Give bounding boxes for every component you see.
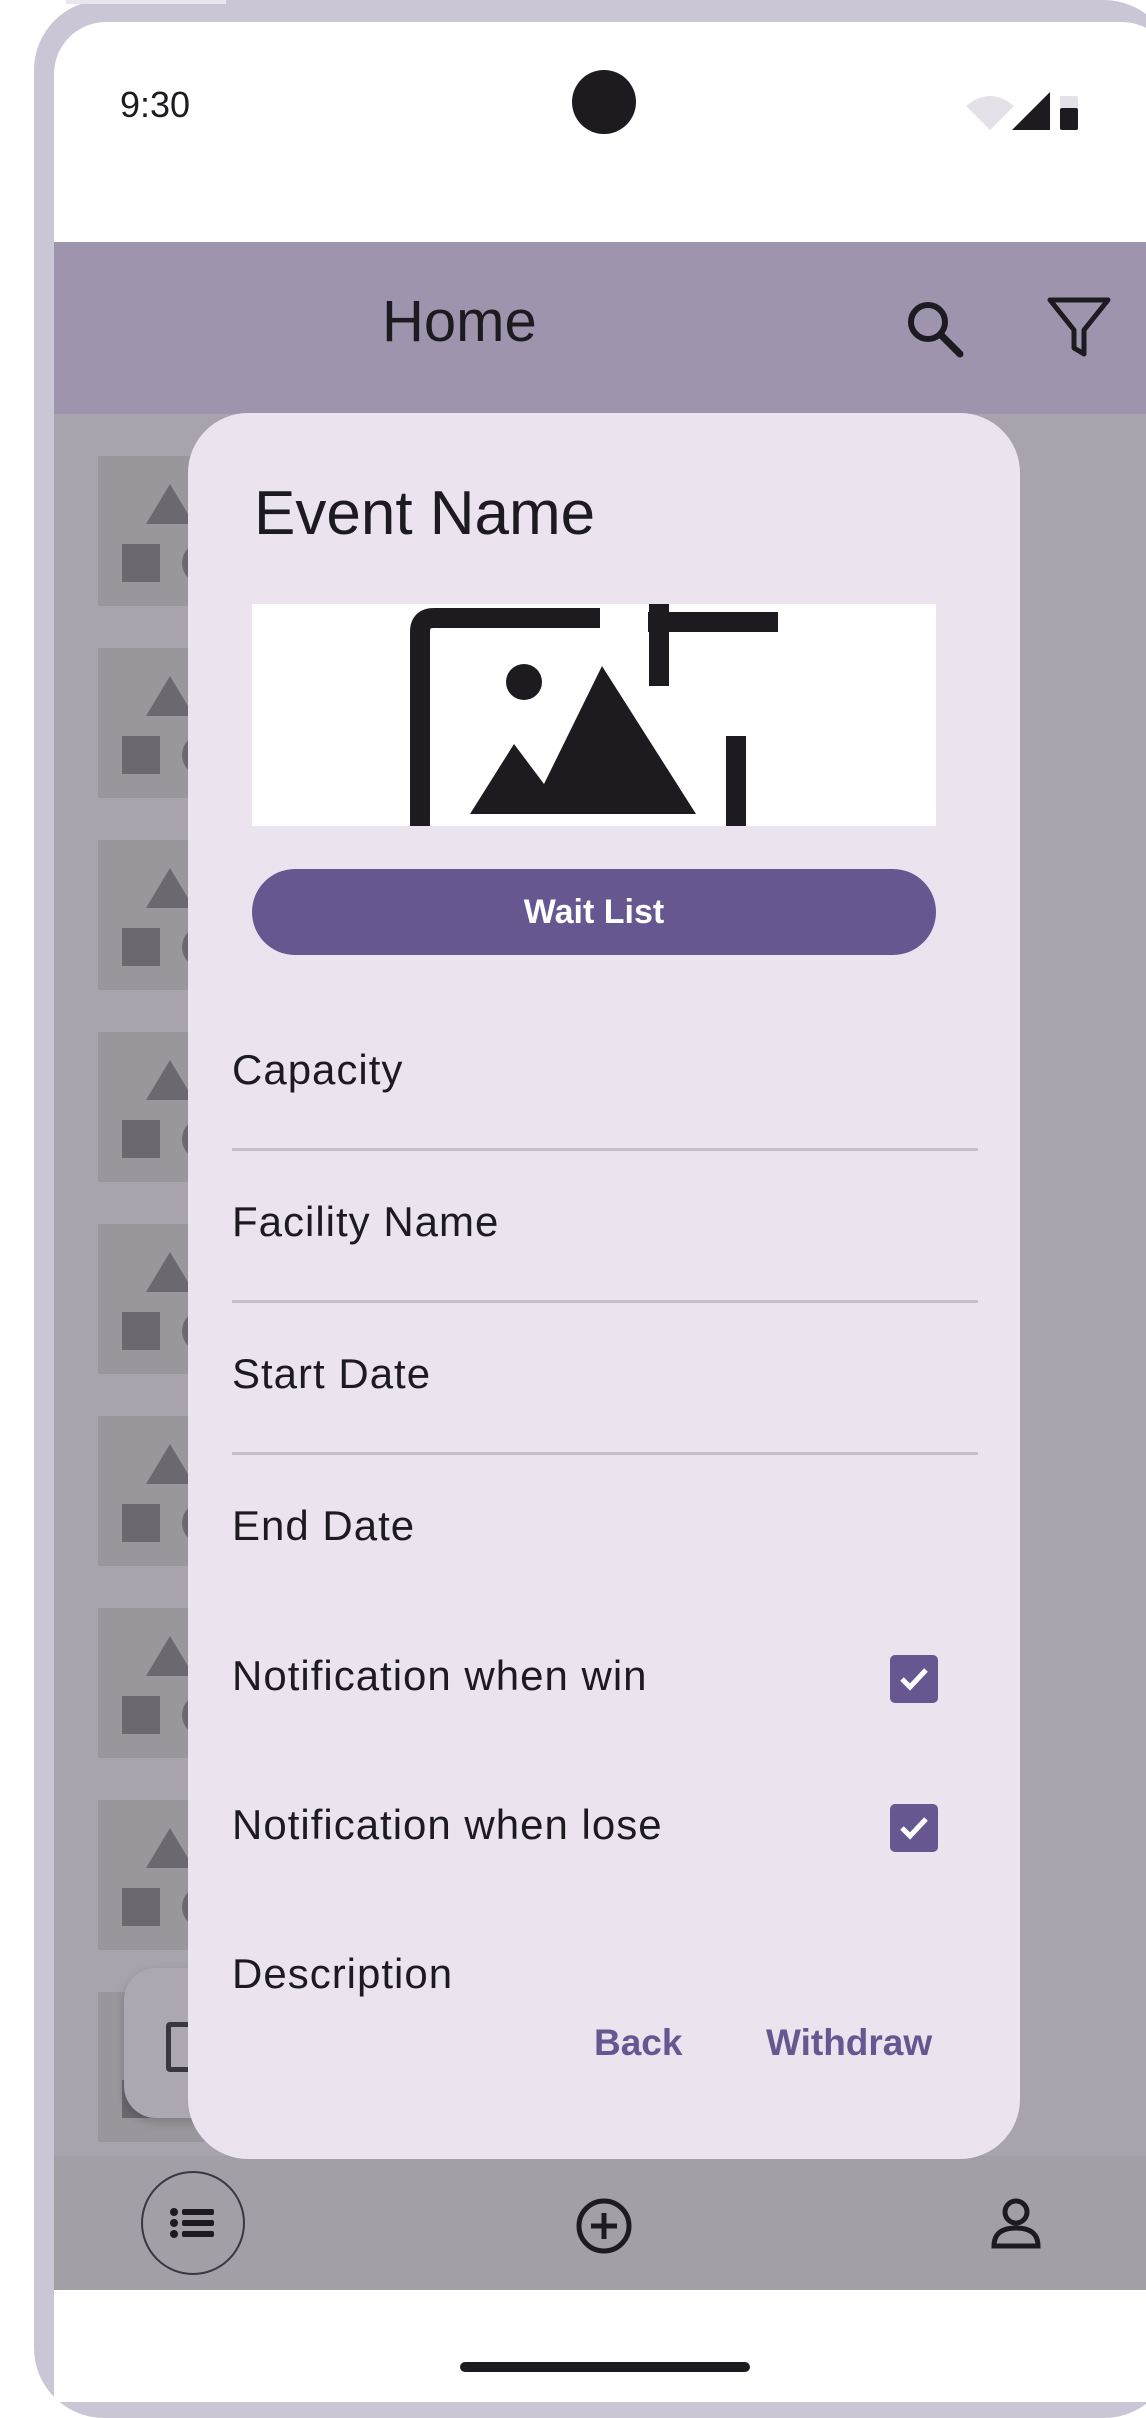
app-bar <box>54 242 1146 414</box>
camera-cutout <box>572 70 636 134</box>
back-button[interactable]: Back <box>594 2022 682 2064</box>
facility-name-field[interactable]: Facility Name <box>232 1198 499 1246</box>
person-icon[interactable] <box>988 2196 1044 2252</box>
home-indicator[interactable] <box>460 2362 750 2372</box>
wait-list-button[interactable]: Wait List <box>252 869 936 955</box>
status-icons <box>966 92 1078 130</box>
list-icon <box>170 2208 214 2238</box>
event-image[interactable] <box>252 604 936 826</box>
nav-list-button[interactable] <box>140 2170 246 2276</box>
withdraw-button[interactable]: Withdraw <box>766 2022 932 2064</box>
end-date-field[interactable]: End Date <box>232 1502 415 1550</box>
wifi-icon <box>966 96 1014 130</box>
search-icon[interactable] <box>904 298 968 362</box>
gesture-area <box>54 2290 1146 2402</box>
signal-icon <box>1012 92 1050 130</box>
filter-icon[interactable] <box>1046 296 1112 358</box>
status-time: 9:30 <box>120 84 191 125</box>
add-image-icon <box>410 604 778 826</box>
field-divider <box>232 1148 978 1151</box>
field-divider <box>232 1300 978 1303</box>
notify-lose-checkbox[interactable] <box>890 1804 938 1852</box>
description-field[interactable]: Description <box>232 1950 453 1998</box>
start-date-field[interactable]: Start Date <box>232 1350 431 1398</box>
dialog-title: Event Name <box>254 479 596 548</box>
check-icon <box>900 1817 928 1840</box>
field-divider <box>232 1452 978 1455</box>
notify-lose-label: Notification when lose <box>232 1801 663 1848</box>
capacity-field[interactable]: Capacity <box>232 1046 403 1094</box>
device-frame-tab <box>66 0 226 4</box>
notify-win-checkbox[interactable] <box>890 1655 938 1703</box>
notify-win-label: Notification when win <box>232 1652 648 1699</box>
add-circle-icon[interactable] <box>574 2196 634 2256</box>
app-bar-title: Home <box>382 289 537 354</box>
check-icon <box>900 1668 928 1691</box>
